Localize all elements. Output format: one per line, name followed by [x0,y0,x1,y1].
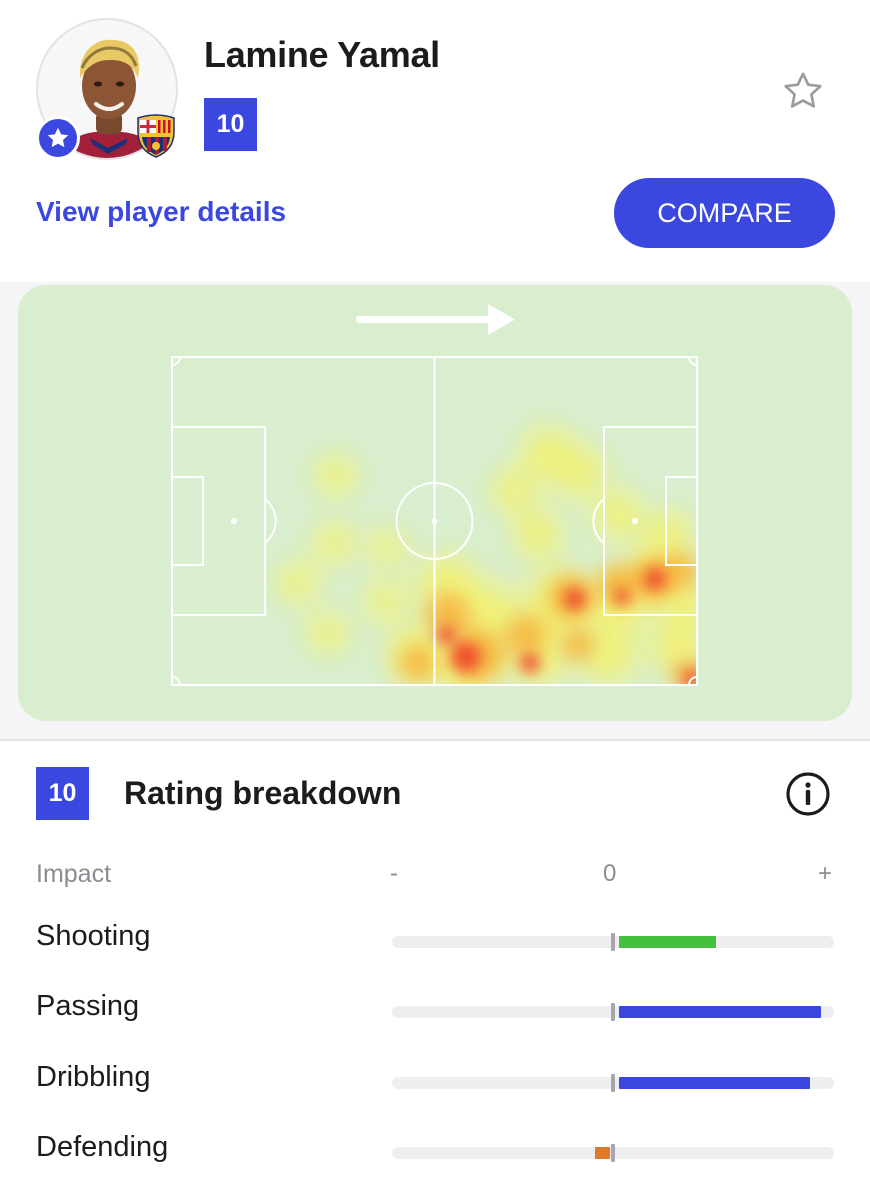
info-icon[interactable] [785,771,831,817]
impact-bar [619,936,716,948]
zero-tick [611,933,615,951]
stat-label: Shooting [36,920,151,952]
zero-tick [611,1003,615,1021]
stat-row-dribbling: Dribbling [0,1053,870,1103]
section-divider [0,739,870,741]
player-header: Lamine Yamal 10 View player details COMP… [0,0,870,282]
compare-button[interactable]: COMPARE [614,178,835,248]
impact-bar [595,1147,610,1159]
stat-row-passing: Passing [0,982,870,1032]
player-rating-badge: 10 [204,98,257,151]
zero-tick [611,1074,615,1092]
rating-breakdown-title: Rating breakdown [124,775,402,811]
scale-negative-marker: - [390,860,398,887]
impact-bar [619,1077,810,1089]
stat-row-shooting: Shooting [0,912,870,962]
scale-positive-marker: + [818,860,833,887]
stat-label: Defending [36,1131,169,1163]
stat-label: Passing [36,990,140,1022]
impact-bar [619,1006,821,1018]
club-crest-icon [136,114,176,158]
star-outline-icon[interactable] [780,68,826,114]
arrow-right-icon [356,304,515,335]
stat-label: Dribbling [36,1061,151,1093]
zero-tick [611,1144,615,1162]
impact-scale-label: Impact [36,860,112,888]
player-name: Lamine Yamal [204,34,440,75]
player-avatar-group[interactable] [36,18,178,160]
star-icon [36,116,80,160]
heatmap-overlay [278,427,697,685]
view-player-details-link[interactable]: View player details [36,196,286,228]
breakdown-rating-badge: 10 [36,767,89,820]
stat-row-defending: Defending [0,1123,870,1173]
scale-zero-marker: 0 [603,860,617,887]
heatmap-card [18,285,852,721]
